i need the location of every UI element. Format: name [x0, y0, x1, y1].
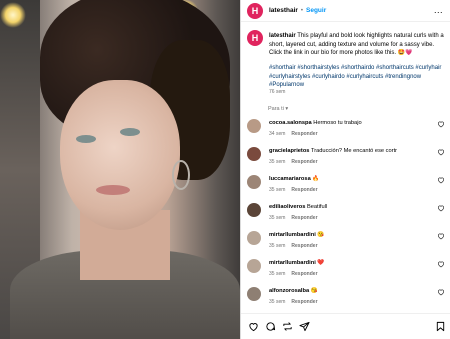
- comment-text: Beatifull: [305, 204, 328, 210]
- reply-button[interactable]: Responder: [291, 159, 317, 165]
- comment-item: cocoa.salonspa Hermoso tu trabajo 34 sem…: [247, 117, 450, 145]
- like-heart-icon[interactable]: [437, 232, 445, 240]
- comment-line: ediliaoliveros Beatifull: [269, 204, 327, 210]
- post-sidebar: H latesthair • Seguir ... H latesthair T…: [240, 0, 450, 339]
- comment-username[interactable]: mirtarllumbardini: [269, 232, 316, 238]
- comment-username[interactable]: gracielaprietos: [269, 148, 309, 154]
- more-options-button[interactable]: ...: [434, 5, 443, 15]
- comment-time: 34 sem: [269, 131, 286, 137]
- reply-button[interactable]: Responder: [291, 187, 317, 193]
- comment-item: alfonzorosalba 😘 35 sem Responder: [247, 285, 450, 313]
- header-username[interactable]: latesthair: [269, 7, 298, 14]
- reply-button[interactable]: Responder: [291, 215, 317, 221]
- translation-filter[interactable]: Para ti ▾: [268, 106, 288, 112]
- comment-item: luccamariarosa 🔥 35 sem Responder: [247, 173, 450, 201]
- comment-meta: 35 sem Responder: [269, 159, 318, 165]
- heart-icon[interactable]: [248, 321, 259, 332]
- reply-button[interactable]: Responder: [291, 131, 317, 137]
- comment-time: 35 sem: [269, 271, 286, 277]
- like-heart-icon[interactable]: [437, 260, 445, 268]
- avatar[interactable]: [247, 175, 261, 189]
- avatar[interactable]: [247, 147, 261, 161]
- separator-dot: •: [300, 7, 304, 14]
- like-heart-icon[interactable]: [437, 176, 445, 184]
- caption-avatar[interactable]: H: [247, 30, 263, 46]
- caption-body: This playful and bold look highlights na…: [269, 33, 444, 56]
- share-icon[interactable]: [299, 321, 310, 332]
- comment-line: gracielaprietos Traducción? Me encantó e…: [269, 148, 397, 154]
- like-heart-icon[interactable]: [437, 204, 445, 212]
- logo-letter: H: [251, 5, 259, 16]
- logo-letter: H: [251, 33, 259, 43]
- comment-text: Traducción? Me encantó ese cortr: [309, 148, 398, 154]
- like-heart-icon[interactable]: [437, 288, 445, 296]
- comment-item: mirtarllumbardini 😘 35 sem Responder: [247, 229, 450, 257]
- hashtags[interactable]: #shorthair #shorthairstyles #shorthairdo…: [269, 64, 445, 90]
- comments-list: cocoa.salonspa Hermoso tu trabajo 34 sem…: [247, 117, 450, 313]
- repost-icon[interactable]: [282, 321, 293, 332]
- comment-username[interactable]: mirtarllumbardini: [269, 260, 316, 266]
- comment-text: Hermoso tu trabajo: [311, 120, 362, 126]
- action-bar: [241, 313, 450, 339]
- caption-timestamp: 76 sem: [269, 89, 286, 95]
- photo-face: [60, 80, 180, 230]
- comment-text: 😘: [315, 232, 325, 238]
- reply-button[interactable]: Responder: [291, 243, 317, 249]
- avatar[interactable]: [247, 231, 261, 245]
- comment-item: gracielaprietos Traducción? Me encantó e…: [247, 145, 450, 173]
- comment-time: 35 sem: [269, 187, 286, 193]
- caption-username[interactable]: latesthair: [269, 33, 296, 39]
- bokeh-light: [0, 2, 26, 28]
- comment-line: mirtarllumbardini 😘: [269, 232, 324, 238]
- avatar[interactable]: [247, 287, 261, 301]
- comment-meta: 34 sem Responder: [269, 131, 318, 137]
- comment-meta: 35 sem Responder: [269, 215, 318, 221]
- comment-meta: 35 sem Responder: [269, 271, 318, 277]
- comment-time: 35 sem: [269, 215, 286, 221]
- comment-icon[interactable]: [265, 321, 276, 332]
- comment-time: 35 sem: [269, 159, 286, 165]
- comment-time: 35 sem: [269, 243, 286, 249]
- profile-avatar[interactable]: H: [247, 2, 263, 19]
- comment-line: luccamariarosa 🔥: [269, 176, 319, 182]
- photo-earring: [172, 160, 190, 190]
- save-icon[interactable]: [435, 321, 446, 332]
- post-window: H latesthair • Seguir ... H latesthair T…: [0, 0, 450, 339]
- comment-item: mirtarllumbardini ❤️ 35 sem Responder: [247, 257, 450, 285]
- comment-line: mirtarllumbardini ❤️: [269, 260, 324, 266]
- post-photo[interactable]: [0, 0, 240, 339]
- comment-meta: 35 sem Responder: [269, 299, 318, 305]
- comment-text: 🔥: [310, 176, 320, 182]
- comment-item: ediliaoliveros Beatifull 35 sem Responder: [247, 201, 450, 229]
- reply-button[interactable]: Responder: [291, 299, 317, 305]
- reply-button[interactable]: Responder: [291, 271, 317, 277]
- comment-username[interactable]: luccamariarosa: [269, 176, 311, 182]
- avatar[interactable]: [247, 203, 261, 217]
- comment-text: ❤️: [315, 260, 325, 266]
- photo-eye: [120, 128, 140, 136]
- avatar[interactable]: [247, 259, 261, 273]
- comment-meta: 35 sem Responder: [269, 187, 318, 193]
- comment-username[interactable]: alfonzorosalba: [269, 288, 309, 294]
- photo-eye: [76, 135, 96, 143]
- post-header: H latesthair • Seguir ...: [241, 0, 450, 22]
- comment-text: 😘: [309, 288, 318, 294]
- avatar[interactable]: [247, 119, 261, 133]
- comment-time: 35 sem: [269, 299, 286, 305]
- comment-meta: 35 sem Responder: [269, 243, 318, 249]
- comment-line: alfonzorosalba 😘: [269, 288, 318, 294]
- like-heart-icon[interactable]: [437, 148, 445, 156]
- photo-lips: [96, 185, 130, 195]
- caption-text: latesthair This playful and bold look hi…: [269, 32, 445, 58]
- follow-button[interactable]: Seguir: [306, 7, 326, 14]
- like-heart-icon[interactable]: [437, 120, 445, 128]
- comment-line: cocoa.salonspa Hermoso tu trabajo: [269, 120, 362, 126]
- comment-username[interactable]: ediliaoliveros: [269, 204, 305, 210]
- comment-username[interactable]: cocoa.salonspa: [269, 120, 312, 126]
